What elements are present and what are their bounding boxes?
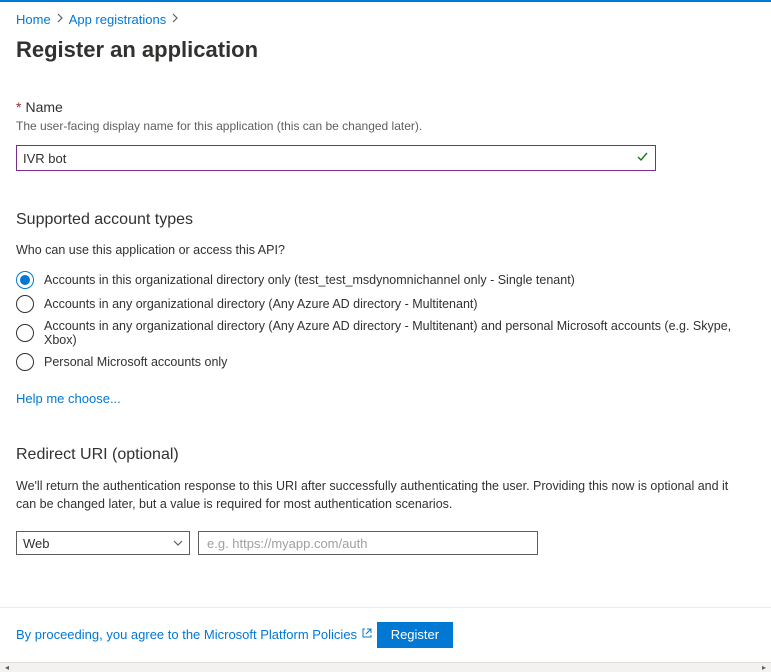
redirect-uri-heading: Redirect URI (optional)	[16, 446, 755, 464]
policy-link[interactable]: By proceeding, you agree to the Microsof…	[16, 627, 373, 642]
scroll-right-icon[interactable]: ▸	[757, 663, 771, 672]
help-me-choose-link[interactable]: Help me choose...	[16, 391, 121, 406]
chevron-down-icon	[173, 538, 183, 549]
horizontal-scrollbar[interactable]: ◂ ▸	[0, 662, 771, 672]
platform-select[interactable]: Web	[16, 531, 190, 555]
account-types-question: Who can use this application or access t…	[16, 243, 755, 257]
account-types-radio-group: Accounts in this organizational director…	[16, 271, 755, 371]
account-type-option[interactable]: Accounts in any organizational directory…	[16, 319, 755, 347]
checkmark-icon	[636, 150, 649, 166]
external-link-icon	[361, 627, 373, 642]
platform-selected-value: Web	[23, 536, 50, 551]
account-type-option-label: Accounts in any organizational directory…	[44, 297, 478, 311]
footer: By proceeding, you agree to the Microsof…	[0, 607, 771, 672]
name-label-text: Name	[25, 99, 62, 115]
policy-link-text: By proceeding, you agree to the Microsof…	[16, 627, 357, 642]
account-type-option[interactable]: Accounts in this organizational director…	[16, 271, 755, 289]
required-indicator: *	[16, 99, 21, 115]
chevron-right-icon	[172, 13, 178, 26]
radio-icon	[16, 295, 34, 313]
radio-icon	[16, 271, 34, 289]
account-type-option-label: Accounts in this organizational director…	[44, 273, 575, 287]
account-type-option-label: Personal Microsoft accounts only	[44, 355, 227, 369]
redirect-uri-input[interactable]	[198, 531, 538, 555]
page-title: Register an application	[16, 37, 755, 63]
name-input-container	[16, 145, 656, 171]
account-type-option[interactable]: Personal Microsoft accounts only	[16, 353, 755, 371]
account-type-option-label: Accounts in any organizational directory…	[44, 319, 755, 347]
name-help-text: The user-facing display name for this ap…	[16, 119, 755, 133]
account-types-heading: Supported account types	[16, 211, 755, 229]
register-button[interactable]: Register	[377, 622, 453, 648]
breadcrumb: Home App registrations	[16, 12, 755, 27]
radio-icon	[16, 324, 34, 342]
redirect-uri-description: We'll return the authentication response…	[16, 478, 746, 513]
account-type-option[interactable]: Accounts in any organizational directory…	[16, 295, 755, 313]
breadcrumb-app-registrations[interactable]: App registrations	[69, 12, 167, 27]
name-label: * Name	[16, 99, 755, 115]
breadcrumb-home[interactable]: Home	[16, 12, 51, 27]
name-input[interactable]	[23, 151, 636, 166]
radio-icon	[16, 353, 34, 371]
scroll-left-icon[interactable]: ◂	[0, 663, 14, 672]
chevron-right-icon	[57, 13, 63, 26]
